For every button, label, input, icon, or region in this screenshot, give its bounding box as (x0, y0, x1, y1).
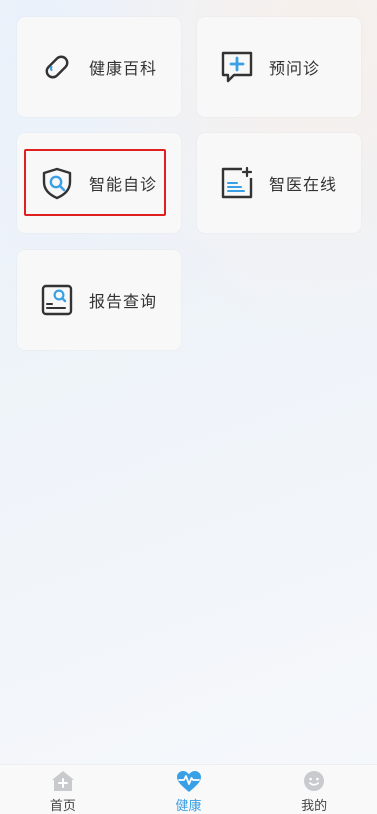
heart-pulse-icon (176, 769, 202, 793)
tab-mine[interactable]: 我的 (251, 765, 377, 814)
tab-home[interactable]: 首页 (0, 765, 126, 814)
home-icon (50, 769, 76, 793)
tab-label: 我的 (301, 799, 328, 814)
card-label: 健康百科 (89, 59, 158, 78)
report-query-card[interactable]: 报告查询 (17, 250, 181, 350)
card-label: 报告查询 (89, 292, 158, 311)
shield-search-icon (39, 165, 75, 201)
bottom-tab-bar: 首页 健康 我的 (0, 764, 377, 814)
chat-plus-icon (219, 49, 255, 85)
tab-health[interactable]: 健康 (126, 765, 252, 814)
card-label: 智医在线 (269, 175, 338, 194)
document-plus-icon (219, 165, 255, 201)
smart-self-diagnosis-card[interactable]: 智能自诊 (17, 133, 181, 233)
health-encyclopedia-card[interactable]: 健康百科 (17, 17, 181, 117)
smiley-icon (301, 769, 327, 793)
card-label: 预问诊 (269, 59, 321, 78)
card-label: 智能自诊 (89, 175, 158, 194)
tab-label: 首页 (49, 799, 76, 814)
pill-icon (39, 49, 75, 85)
tab-label: 健康 (175, 799, 202, 814)
smart-doctor-online-card[interactable]: 智医在线 (197, 133, 361, 233)
report-search-icon (39, 282, 75, 318)
pre-consultation-card[interactable]: 预问诊 (197, 17, 361, 117)
